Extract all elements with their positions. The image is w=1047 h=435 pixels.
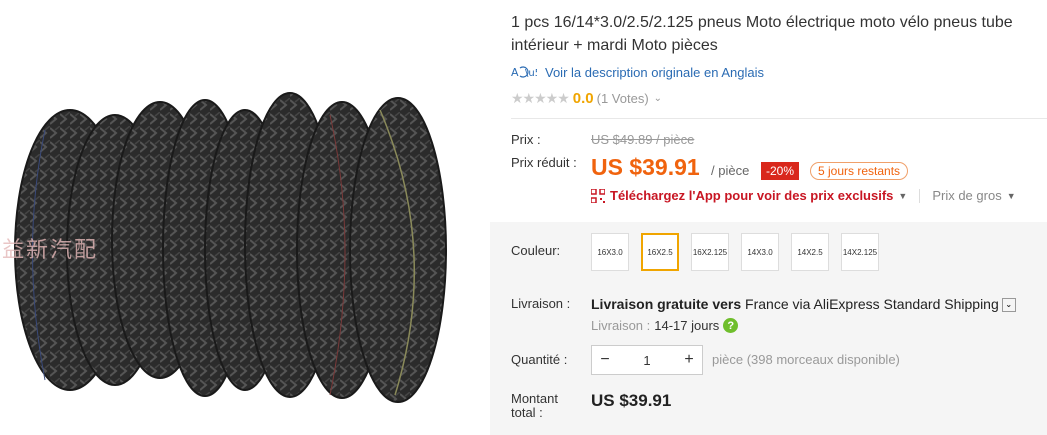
color-options: 16X3.0 16X2.5 16X2.125 14X3.0 14X2.5 14X… bbox=[591, 233, 891, 271]
shipping-label: Livraison : bbox=[511, 296, 571, 311]
translate-link[interactable]: A \u5b57 Voir la description originale en… bbox=[511, 64, 764, 80]
original-price: US $49.89 / pièce bbox=[591, 132, 695, 147]
price-unit: / pièce bbox=[711, 163, 750, 178]
days-remaining-badge: 5 jours restants bbox=[810, 162, 909, 180]
chevron-down-icon[interactable]: ⌄ bbox=[1001, 298, 1016, 313]
total-amount: US $39.91 bbox=[591, 391, 672, 410]
delivery-time: 14-17 jours bbox=[654, 318, 720, 333]
product-info-panel: 1 pcs 16/14*3.0/2.5/2.125 pneus Moto éle… bbox=[490, 0, 1047, 435]
free-shipping-text: Livraison gratuite vers bbox=[591, 296, 742, 312]
total-label: Montant total : bbox=[511, 391, 558, 420]
shipping-destination[interactable]: France via AliExpress Standard Shipping bbox=[741, 296, 999, 312]
rating-votes[interactable]: (1 Votes) bbox=[597, 91, 649, 106]
delivery-label: Livraison : bbox=[591, 318, 651, 333]
translate-link-text[interactable]: Voir la description originale en Anglais bbox=[545, 65, 764, 80]
color-option[interactable]: 16X3.0 bbox=[591, 233, 629, 271]
tires-photo bbox=[14, 92, 447, 403]
divider bbox=[511, 118, 1047, 119]
quantity-input[interactable]: 1 bbox=[618, 353, 676, 368]
help-icon[interactable]: ? bbox=[723, 318, 739, 333]
qr-code-icon bbox=[591, 188, 605, 203]
delivery-estimate: Livraison : 14-17 jours ? bbox=[591, 318, 739, 333]
reduced-price: US $39.91 bbox=[591, 154, 700, 180]
color-option[interactable]: 14X2.125 bbox=[841, 233, 879, 271]
rating-score: 0.0 bbox=[572, 90, 594, 107]
app-download-link[interactable]: Téléchargez l'App pour voir des prix exc… bbox=[610, 188, 893, 203]
caret-down-icon[interactable]: ▼ bbox=[898, 191, 907, 201]
price-label: Prix : bbox=[511, 132, 541, 147]
quantity-label: Quantité : bbox=[511, 352, 568, 367]
image-watermark: 益新汽配 bbox=[2, 238, 99, 263]
rating-row[interactable]: ★★★★★ 0.0 (1 Votes) ⌄ bbox=[511, 90, 662, 107]
color-option-selected[interactable]: 16X2.5 bbox=[641, 233, 679, 271]
color-option[interactable]: 14X2.5 bbox=[791, 233, 829, 271]
separator bbox=[919, 188, 921, 203]
star-rating-icon: ★★★★★ bbox=[511, 90, 570, 106]
reduced-price-label: Prix réduit : bbox=[511, 155, 577, 170]
product-image[interactable]: 益新汽配 bbox=[0, 0, 490, 435]
color-option[interactable]: 14X3.0 bbox=[741, 233, 779, 271]
discount-badge: -20% bbox=[761, 162, 800, 180]
color-option[interactable]: 16X2.125 bbox=[691, 233, 729, 271]
product-title: 1 pcs 16/14*3.0/2.5/2.125 pneus Moto éle… bbox=[511, 14, 1013, 54]
app-promo-row: Téléchargez l'App pour voir des prix exc… bbox=[591, 188, 1016, 203]
color-label: Couleur: bbox=[511, 243, 561, 258]
shipping-method[interactable]: Livraison gratuite vers France via AliEx… bbox=[591, 296, 1016, 313]
svg-text:\u5b57: \u5b57 bbox=[525, 68, 537, 79]
svg-text:A: A bbox=[511, 66, 519, 79]
chevron-down-icon[interactable]: ⌄ bbox=[654, 93, 662, 104]
translate-icon: A \u5b57 bbox=[511, 64, 539, 80]
caret-down-icon[interactable]: ▼ bbox=[1007, 191, 1016, 201]
increment-button[interactable]: + bbox=[676, 351, 702, 369]
decrement-button[interactable]: − bbox=[592, 351, 618, 369]
quantity-availability: pièce (398 morceaux disponible) bbox=[712, 352, 900, 367]
quantity-stepper: − 1 + bbox=[591, 345, 703, 375]
wholesale-price-link[interactable]: Prix de gros bbox=[932, 188, 1001, 203]
